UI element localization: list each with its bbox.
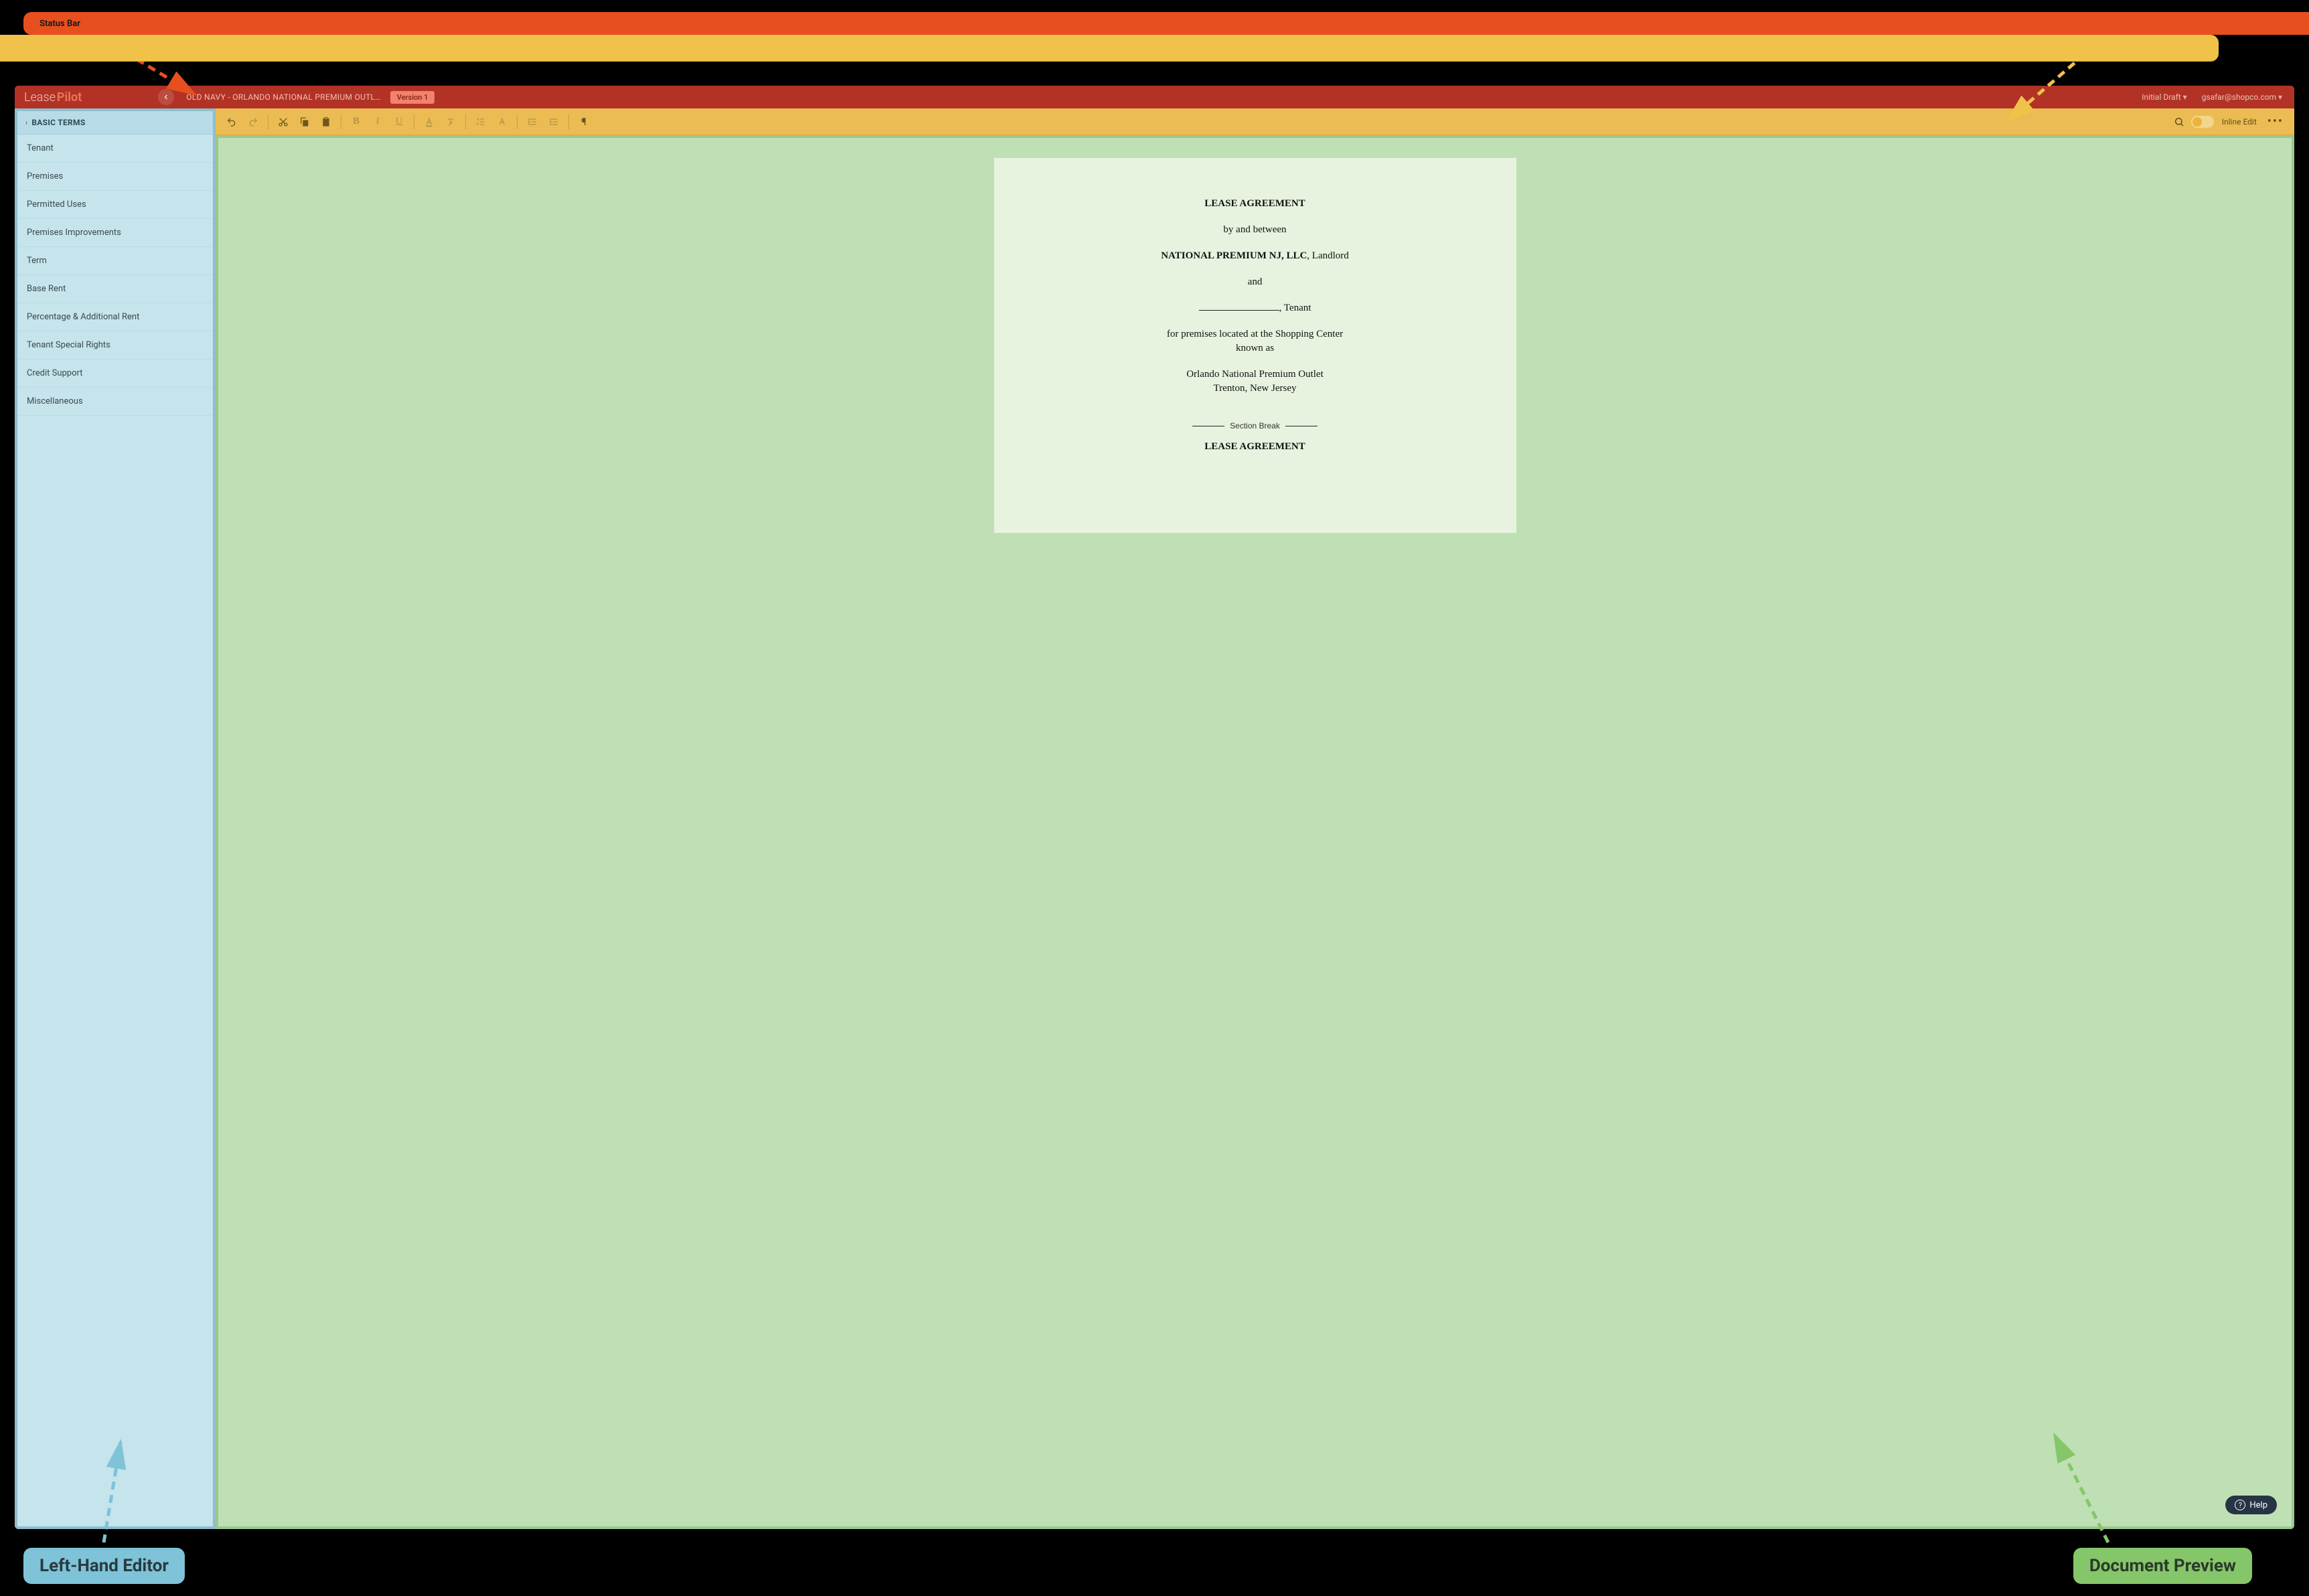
sidebar-item-premises-improvements[interactable]: Premises Improvements — [17, 219, 213, 247]
sidebar-item-base-rent[interactable]: Base Rent — [17, 275, 213, 303]
doc-heading-2: LEASE AGREEMENT — [1041, 441, 1469, 453]
stage-dropdown[interactable]: Initial Draft — [2142, 92, 2186, 102]
doc-heading: LEASE AGREEMENT — [1041, 198, 1469, 210]
more-icon: ••• — [2267, 114, 2284, 129]
callout-status-bar: Status Bar — [23, 12, 2309, 35]
doc-tenant-line: , Tenant — [1041, 303, 1469, 314]
sidebar-item-miscellaneous[interactable]: Miscellaneous — [17, 388, 213, 416]
paste-button[interactable] — [317, 112, 335, 131]
increase-indent-icon — [548, 116, 559, 127]
bold-icon: B — [353, 116, 360, 127]
sidebar-item-permitted-uses[interactable]: Permitted Uses — [17, 191, 213, 219]
sidebar-item-premises[interactable]: Premises — [17, 163, 213, 191]
font-style-icon — [497, 116, 507, 127]
more-menu-button[interactable]: ••• — [2263, 114, 2288, 129]
section-break-marker: Section Break — [1041, 421, 1469, 430]
cut-icon — [278, 116, 289, 127]
doc-line-between: by and between — [1041, 224, 1469, 236]
clear-format-button[interactable] — [441, 112, 460, 131]
left-editor-panel: › BASIC TERMS Tenant Premises Permitted … — [15, 108, 216, 1529]
help-icon: ? — [2235, 1500, 2245, 1510]
italic-button[interactable]: I — [368, 112, 387, 131]
text-color-button[interactable] — [420, 112, 439, 131]
sidebar-item-credit-support[interactable]: Credit Support — [17, 360, 213, 388]
pilcrow-button[interactable]: ¶ — [574, 112, 593, 131]
brand-logo[interactable]: Lease Pilot — [15, 90, 91, 104]
numbered-list-button[interactable] — [471, 112, 490, 131]
underline-icon: U — [396, 116, 403, 127]
cut-button[interactable] — [274, 112, 293, 131]
increase-indent-button[interactable] — [544, 112, 563, 131]
numbered-list-icon — [475, 116, 486, 127]
italic-icon: I — [376, 116, 380, 127]
sidebar-item-term[interactable]: Term — [17, 247, 213, 275]
copy-icon — [299, 116, 310, 127]
pilcrow-icon: ¶ — [581, 115, 586, 128]
redo-button[interactable] — [244, 112, 262, 131]
search-icon — [2174, 116, 2184, 127]
doc-premises-line1: for premises located at the Shopping Cen… — [1041, 329, 1469, 340]
copy-button[interactable] — [295, 112, 314, 131]
redo-icon — [248, 116, 258, 127]
bold-button[interactable]: B — [347, 112, 366, 131]
inline-edit-toggle[interactable] — [2191, 116, 2214, 128]
app-window: Lease Pilot OLD NAVY - ORLANDO NATIONAL … — [15, 86, 2294, 1529]
sidebar-item-percentage-rent[interactable]: Percentage & Additional Rent — [17, 303, 213, 331]
decrease-indent-button[interactable] — [523, 112, 542, 131]
doc-center-name: Orlando National Premium Outlet — [1041, 369, 1469, 380]
sidebar-item-list: Tenant Premises Permitted Uses Premises … — [17, 135, 213, 1526]
arrow-left-icon — [162, 93, 170, 101]
undo-button[interactable] — [222, 112, 241, 131]
chevron-right-icon: › — [25, 119, 27, 127]
decrease-indent-icon — [527, 116, 538, 127]
search-button[interactable] — [2170, 112, 2188, 131]
sidebar-item-tenant[interactable]: Tenant — [17, 135, 213, 163]
editor-toolbar: B I U — [216, 108, 2294, 135]
version-badge[interactable]: Version 1 — [390, 91, 435, 104]
undo-icon — [226, 116, 237, 127]
help-label: Help — [2249, 1500, 2267, 1510]
brand-part1: Lease — [24, 90, 56, 104]
sidebar-item-tenant-special-rights[interactable]: Tenant Special Rights — [17, 331, 213, 360]
help-button[interactable]: ? Help — [2225, 1496, 2277, 1514]
document-page: LEASE AGREEMENT by and between NATIONAL … — [994, 158, 1516, 533]
brand-part2: Pilot — [57, 90, 82, 104]
sidebar-header-label: BASIC TERMS — [31, 118, 85, 127]
callout-doc-preview: Document Preview — [2073, 1548, 2252, 1584]
user-menu[interactable]: gsafar@shopco.com — [2202, 92, 2282, 102]
callout-left-editor: Left-Hand Editor — [23, 1548, 185, 1584]
document-title: OLD NAVY - ORLANDO NATIONAL PREMIUM OUTL… — [186, 92, 381, 102]
doc-center-city: Trenton, New Jersey — [1041, 383, 1469, 394]
document-preview[interactable]: LEASE AGREEMENT by and between NATIONAL … — [216, 135, 2294, 1529]
doc-landlord-line: NATIONAL PREMIUM NJ, LLC, Landlord — [1041, 250, 1469, 262]
inline-edit-label: Inline Edit — [2222, 117, 2257, 127]
doc-line-and: and — [1041, 276, 1469, 288]
back-button[interactable] — [158, 89, 174, 105]
underline-button[interactable]: U — [390, 112, 408, 131]
sidebar-section-header[interactable]: › BASIC TERMS — [17, 111, 213, 135]
tenant-blank-field[interactable] — [1199, 310, 1279, 311]
font-style-button[interactable] — [493, 112, 511, 131]
paste-icon — [321, 116, 331, 127]
clear-format-icon — [445, 116, 456, 127]
doc-premises-line2: known as — [1041, 343, 1469, 354]
text-color-icon — [424, 116, 434, 127]
status-bar: Lease Pilot OLD NAVY - ORLANDO NATIONAL … — [15, 86, 2294, 108]
callout-toolbar: Toolbar — [0, 35, 2219, 62]
